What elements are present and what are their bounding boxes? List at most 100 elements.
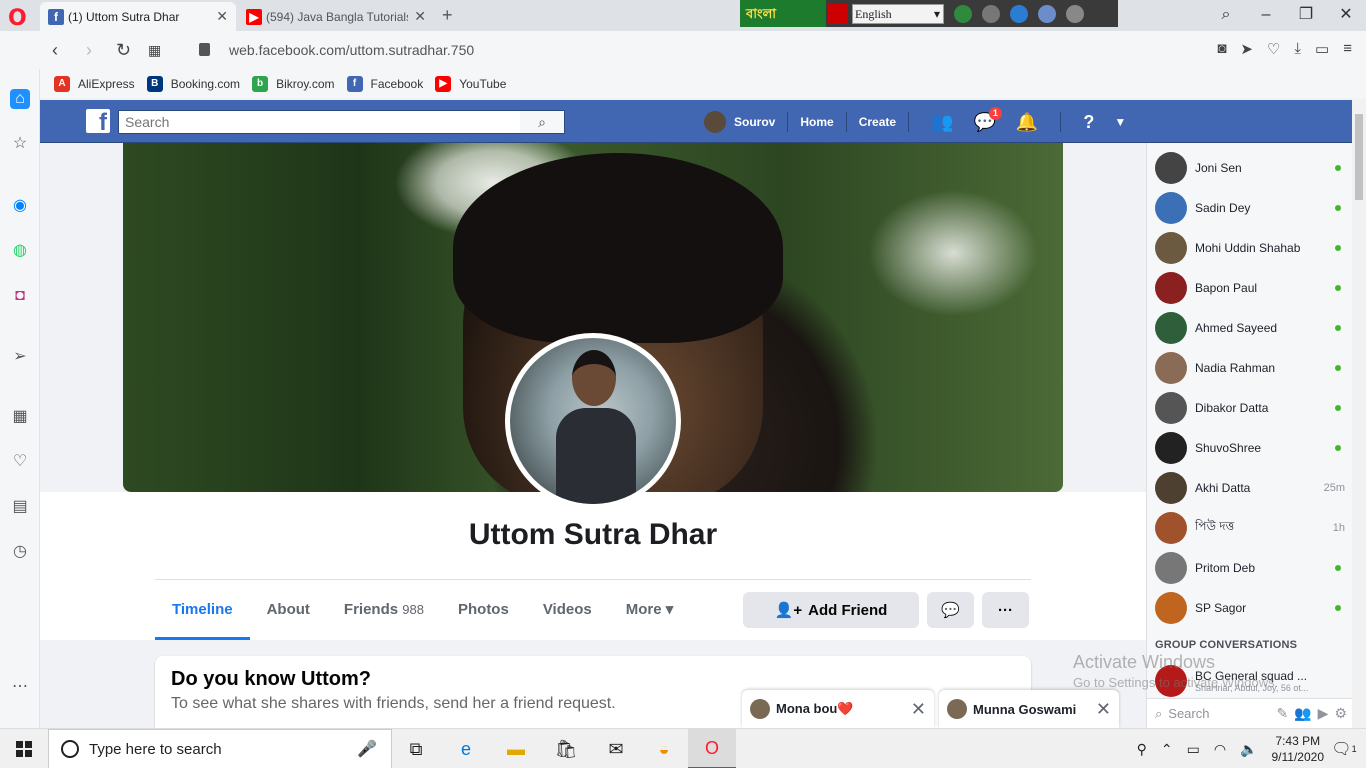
chat-contact[interactable]: ShuvoShree (1155, 430, 1345, 466)
easy-setup-icon[interactable]: ≡ (1343, 40, 1352, 58)
history-icon[interactable]: ◷ (10, 542, 30, 562)
search-tabs-icon[interactable]: ⌕ (1206, 0, 1246, 31)
chat-contact[interactable]: Dibakor Datta (1155, 390, 1345, 426)
chat-tab[interactable]: Mona bou❤️ ✕ (742, 690, 934, 728)
messenger-icon[interactable]: ◉ (10, 196, 30, 216)
more-options-button[interactable]: ··· (982, 592, 1029, 628)
bookmark-facebook[interactable]: f Facebook (346, 75, 423, 92)
tab-facebook[interactable]: f (1) Uttom Sutra Dhar ✕ (40, 2, 236, 31)
tabs-grid-icon[interactable]: ▦ (148, 42, 161, 59)
file-explorer-icon[interactable]: ▬ (492, 729, 540, 768)
chevron-up-icon[interactable]: ⌃ (1161, 741, 1173, 758)
heart-icon[interactable]: ♡ (10, 452, 30, 472)
scrollbar-thumb[interactable] (1355, 114, 1363, 200)
more-icon[interactable]: ⋯ (10, 677, 30, 697)
gear-icon[interactable]: ⚙ (1334, 705, 1347, 722)
bookmark-bikroy[interactable]: b Bikroy.com (252, 75, 335, 92)
bookmark-youtube[interactable]: ▶ YouTube (435, 75, 506, 92)
edge-icon[interactable]: e (442, 729, 490, 768)
send-icon[interactable]: ➢ (10, 347, 30, 367)
profile-picture[interactable] (505, 333, 681, 509)
action-center-icon[interactable]: 🗨 1 (1331, 729, 1366, 768)
bookmark-aliexpress[interactable]: A AliExpress (54, 75, 135, 92)
nav-create[interactable]: Create (859, 115, 896, 129)
forward-icon[interactable]: › (86, 40, 92, 61)
tab-friends[interactable]: Friends 988 (327, 590, 441, 640)
keyboard-icon[interactable] (828, 3, 848, 24)
taskbar-search[interactable]: Type here to search 🎤 (48, 729, 392, 768)
tab-more[interactable]: More ▾ (609, 590, 691, 640)
bangla-label[interactable]: বাংলা (740, 0, 826, 27)
info-icon[interactable] (1066, 4, 1084, 23)
chat-contact[interactable]: Sadin Dey (1155, 190, 1345, 226)
facebook-logo-icon[interactable]: f (86, 109, 110, 136)
bookmark-booking[interactable]: B Booking.com (146, 75, 240, 92)
lock-icon[interactable] (199, 43, 210, 56)
heart-icon[interactable]: ♡ (1267, 40, 1280, 58)
new-group-icon[interactable]: 👥 (1294, 705, 1311, 722)
battery-icon[interactable]: ▭ (1315, 40, 1329, 58)
restore-icon[interactable]: ❐ (1286, 0, 1326, 31)
uc-browser-icon[interactable]: ◒ (640, 729, 688, 768)
url-field[interactable]: web.facebook.com/uttom.sutradhar.750 (229, 42, 474, 58)
news-icon[interactable]: ▤ (10, 497, 30, 517)
chat-contact[interactable]: Ahmed Sayeed (1155, 310, 1345, 346)
reload-icon[interactable]: ↻ (116, 40, 131, 61)
chat-contact[interactable]: Akhi Datta 25m (1155, 470, 1345, 506)
search-input[interactable] (119, 111, 519, 133)
help-icon[interactable]: ? (1083, 112, 1094, 133)
chat-contact[interactable]: পিউ দত্ত 1h (1155, 510, 1345, 546)
people-icon[interactable]: ⚲ (1137, 741, 1147, 758)
search-icon[interactable]: ⌕ (520, 111, 564, 133)
close-tab-icon[interactable]: ✕ (414, 8, 426, 25)
notifications-icon[interactable]: 🔔 (1016, 112, 1038, 133)
friend-requests-icon[interactable]: 👥 (931, 112, 953, 133)
close-chat-icon[interactable]: ✕ (1096, 699, 1111, 720)
bookmarks-icon[interactable]: ☆ (10, 134, 30, 154)
ie-icon[interactable] (1010, 4, 1028, 23)
close-window-icon[interactable]: ✕ (1326, 0, 1366, 31)
nav-home[interactable]: Home (800, 115, 833, 129)
nav-user-name[interactable]: Sourov (734, 115, 775, 129)
messenger-icon[interactable]: 💬 1 (973, 106, 1002, 133)
tab-timeline[interactable]: Timeline (155, 590, 250, 640)
clock[interactable]: 7:43 PM 9/11/2020 (1272, 733, 1325, 765)
whatsapp-icon[interactable]: ◍ (10, 241, 30, 261)
page-scrollbar[interactable] (1352, 100, 1366, 728)
chat-contact[interactable]: Mohi Uddin Shahab (1155, 230, 1345, 266)
tab-photos[interactable]: Photos (441, 590, 526, 640)
start-button[interactable] (0, 729, 48, 768)
chat-search[interactable]: ⌕ Search ✎ 👥 ▶ ⚙ (1147, 698, 1352, 728)
store-icon[interactable]: 🛍 (542, 729, 590, 768)
download-icon[interactable]: ⤓ (1294, 40, 1301, 58)
account-menu-icon[interactable]: ▼ (1114, 115, 1126, 129)
language-select[interactable]: English (852, 3, 944, 24)
tab-youtube[interactable]: ▶ (594) Java Bangla Tutorials ✕ (238, 2, 434, 31)
task-view-icon[interactable]: ⧉ (392, 729, 440, 768)
opera-menu-icon[interactable]: O (8, 8, 30, 30)
mail-icon[interactable]: ✉ (592, 729, 640, 768)
speed-dial-icon[interactable]: ▦ (10, 407, 30, 427)
video-call-icon[interactable]: ▶ (1318, 705, 1329, 722)
camera-icon[interactable]: ◙ (1217, 40, 1226, 58)
chat-contact[interactable]: SP Sagor (1155, 590, 1345, 626)
back-icon[interactable]: ‹ (52, 40, 58, 61)
compose-icon[interactable]: ✎ (1276, 705, 1288, 722)
settings-icon[interactable] (982, 4, 1000, 23)
battery-icon[interactable]: ▭ (1187, 741, 1200, 758)
send-icon[interactable]: ➤ (1240, 40, 1253, 58)
microphone-icon[interactable]: 🎤 (357, 739, 377, 759)
instagram-icon[interactable]: ◘ (10, 286, 30, 306)
minimize-icon[interactable]: – (1246, 0, 1286, 31)
wifi-icon[interactable]: ◠ (1214, 741, 1226, 758)
globe-icon[interactable] (954, 4, 972, 23)
volume-icon[interactable]: 🔈 (1240, 741, 1257, 758)
close-chat-icon[interactable]: ✕ (911, 699, 926, 720)
chat-tab[interactable]: Munna Goswami ✕ (939, 690, 1119, 728)
close-tab-icon[interactable]: ✕ (216, 8, 228, 25)
chat-contact[interactable]: Bapon Paul (1155, 270, 1345, 306)
home-icon[interactable]: ⌂ (10, 89, 30, 109)
tab-videos[interactable]: Videos (526, 590, 609, 640)
help-icon[interactable] (1038, 4, 1056, 23)
new-tab-button[interactable]: + (442, 5, 453, 26)
